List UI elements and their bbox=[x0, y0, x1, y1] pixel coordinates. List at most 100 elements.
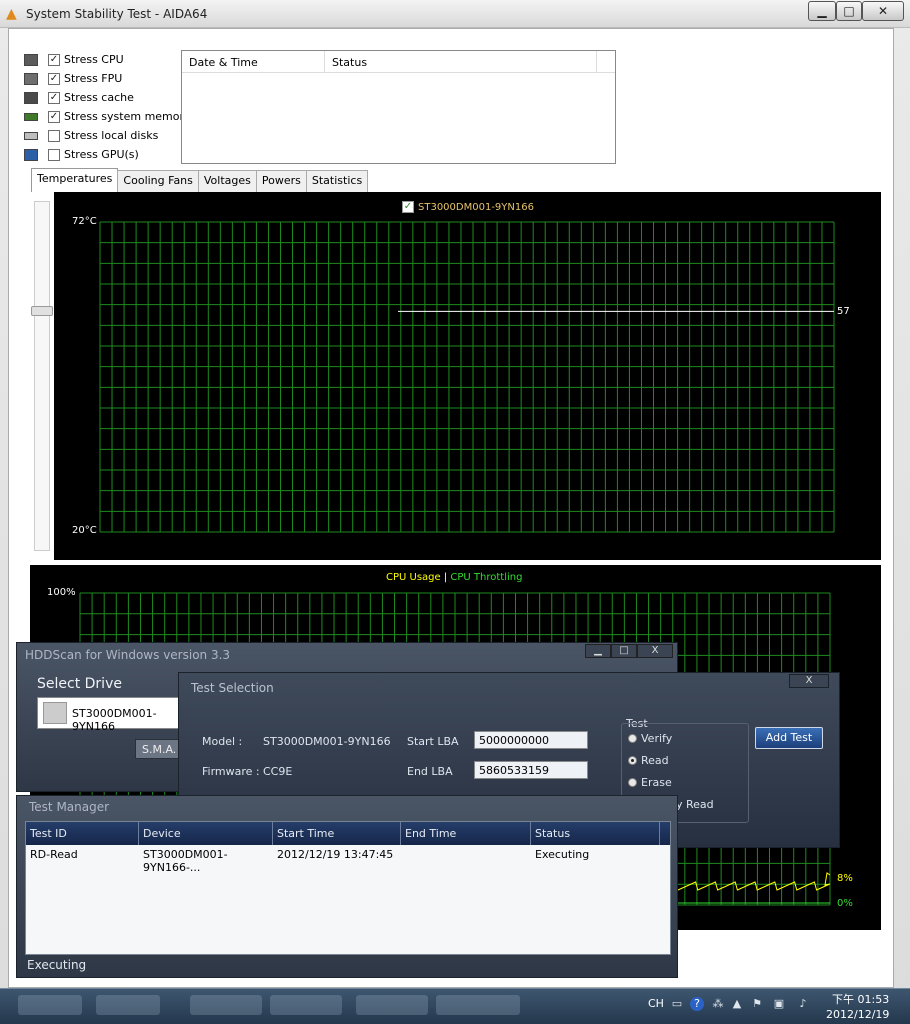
row-device: ST3000DM001-9YN166-... bbox=[143, 848, 228, 874]
status-table-header: Date & Time Status bbox=[182, 51, 615, 73]
col-start-time[interactable]: Start Time bbox=[273, 822, 401, 845]
stress-options: ✓ Stress CPU ✓ Stress FPU ✓ Stress cache… bbox=[24, 50, 191, 164]
hddscan-title: HDDScan for Windows version 3.3 bbox=[25, 648, 231, 662]
read-radio[interactable]: Read bbox=[628, 754, 669, 767]
temperature-chart: ✓ ST3000DM001-9YN166 72°C 20°C 57 bbox=[54, 192, 881, 560]
slider-thumb[interactable] bbox=[31, 306, 53, 316]
erase-radio[interactable]: Erase bbox=[628, 776, 672, 789]
stress-cpu-checkbox[interactable]: ✓ bbox=[48, 53, 60, 66]
row-test-id: RD-Read bbox=[30, 848, 78, 861]
hdd-maximize-button[interactable]: □ bbox=[611, 644, 637, 658]
action-center-flag-icon[interactable]: ⚑ bbox=[750, 997, 764, 1011]
stress-disks-checkbox[interactable] bbox=[48, 129, 60, 142]
col-test-id[interactable]: Test ID bbox=[26, 822, 139, 845]
taskbar-button[interactable] bbox=[190, 995, 262, 1015]
stress-memory-checkbox[interactable]: ✓ bbox=[48, 110, 60, 123]
taskbar-button[interactable] bbox=[18, 995, 82, 1015]
minimize-button[interactable]: ▁ bbox=[808, 1, 836, 21]
taskbar: CH ▭ ? ⁂ ▲ ⚑ ▣ ♪ 下午 01:53 2012/12/19 bbox=[0, 988, 910, 1024]
legend-label: ST3000DM001-9YN166 bbox=[418, 201, 534, 213]
test-manager-window: Test Manager Test ID Device Start Time E… bbox=[16, 795, 678, 978]
hard-drive-icon bbox=[43, 702, 67, 724]
cpu-usage-legend[interactable]: CPU Usage bbox=[386, 572, 441, 583]
model-label: Model : bbox=[202, 735, 243, 748]
status-column[interactable]: Status bbox=[325, 51, 597, 72]
verify-radio-dot[interactable] bbox=[628, 734, 637, 743]
test-list-header: Test ID Device Start Time End Time Statu… bbox=[26, 822, 670, 845]
tab-temperatures[interactable]: Temperatures bbox=[31, 168, 119, 192]
butterfly-read-label[interactable]: y Read bbox=[676, 798, 714, 811]
zoom-slider[interactable] bbox=[31, 201, 53, 551]
temperature-grid bbox=[99, 221, 835, 533]
taskbar-button[interactable] bbox=[270, 995, 342, 1015]
ime-options-icon[interactable]: ⁂ bbox=[711, 997, 725, 1011]
smart-button[interactable]: S.M.A. bbox=[135, 739, 183, 759]
start-lba-label: Start LBA bbox=[407, 735, 459, 748]
volume-icon[interactable]: ♪ bbox=[796, 997, 810, 1011]
hdd-minimize-button[interactable]: ▁ bbox=[585, 644, 611, 658]
cpu-usage-series-line bbox=[677, 872, 831, 891]
tab-cooling-fans[interactable]: Cooling Fans bbox=[117, 170, 199, 192]
read-label: Read bbox=[641, 754, 669, 767]
stress-memory-row[interactable]: ✓ Stress system memory bbox=[24, 107, 191, 126]
test-manager-title: Test Manager bbox=[29, 800, 110, 814]
stress-cache-row[interactable]: ✓ Stress cache bbox=[24, 88, 191, 107]
sensor-tabs: Temperatures Cooling Fans Voltages Power… bbox=[31, 168, 369, 192]
temp-legend[interactable]: ✓ ST3000DM001-9YN166 bbox=[402, 201, 534, 213]
close-button[interactable]: ✕ bbox=[862, 1, 904, 21]
date-time-column[interactable]: Date & Time bbox=[182, 51, 325, 72]
test-selection-close-button[interactable]: X bbox=[789, 674, 829, 688]
maximize-button[interactable]: □ bbox=[836, 1, 862, 21]
status-bar-text: Executing bbox=[27, 958, 87, 972]
help-icon[interactable]: ? bbox=[690, 997, 704, 1011]
verify-radio[interactable]: Verify bbox=[628, 732, 672, 745]
cache-icon bbox=[24, 91, 38, 104]
tab-statistics[interactable]: Statistics bbox=[305, 170, 369, 192]
network-icon[interactable]: ▣ bbox=[772, 997, 786, 1011]
cpu-throttling-legend[interactable]: CPU Throttling bbox=[450, 572, 522, 583]
col-device[interactable]: Device bbox=[139, 822, 273, 845]
clock-time[interactable]: 下午 01:53 bbox=[832, 991, 889, 1007]
fpu-icon bbox=[24, 72, 38, 85]
stress-gpu-row[interactable]: Stress GPU(s) bbox=[24, 145, 191, 164]
add-test-button[interactable]: Add Test bbox=[755, 727, 823, 749]
stress-fpu-row[interactable]: ✓ Stress FPU bbox=[24, 69, 191, 88]
stress-cpu-row[interactable]: ✓ Stress CPU bbox=[24, 50, 191, 69]
erase-label: Erase bbox=[641, 776, 672, 789]
taskbar-button[interactable] bbox=[356, 995, 428, 1015]
legend-checkbox[interactable]: ✓ bbox=[402, 201, 414, 213]
verify-label: Verify bbox=[641, 732, 673, 745]
temp-ymax: 72°C bbox=[72, 216, 97, 227]
show-hidden-icons-icon[interactable]: ▲ bbox=[730, 997, 744, 1011]
stress-memory-label: Stress system memory bbox=[64, 110, 191, 123]
cpu-usage-value: 8% bbox=[837, 873, 853, 884]
keyboard-icon[interactable]: ▭ bbox=[670, 997, 684, 1011]
row-start-time: 2012/12/19 13:47:45 bbox=[277, 848, 394, 861]
taskbar-button[interactable] bbox=[436, 995, 520, 1015]
cpu-icon bbox=[24, 53, 38, 66]
col-status[interactable]: Status bbox=[531, 822, 660, 845]
start-lba-input[interactable]: 5000000000 bbox=[474, 731, 588, 749]
stress-cache-checkbox[interactable]: ✓ bbox=[48, 91, 60, 104]
language-indicator[interactable]: CH bbox=[648, 997, 664, 1010]
drive-selector[interactable]: ST3000DM001-9YN166 bbox=[37, 697, 182, 733]
erase-radio-dot[interactable] bbox=[628, 778, 637, 787]
end-lba-input[interactable]: 5860533159 bbox=[474, 761, 588, 779]
stress-gpu-label: Stress GPU(s) bbox=[64, 148, 139, 161]
read-radio-dot[interactable] bbox=[628, 756, 637, 765]
stress-cache-label: Stress cache bbox=[64, 91, 134, 104]
stress-fpu-checkbox[interactable]: ✓ bbox=[48, 72, 60, 85]
stress-disks-row[interactable]: Stress local disks bbox=[24, 126, 191, 145]
stress-gpu-checkbox[interactable] bbox=[48, 148, 60, 161]
taskbar-button[interactable] bbox=[96, 995, 160, 1015]
cpu-legend: CPU Usage | CPU Throttling bbox=[386, 572, 522, 583]
hdd-close-button[interactable]: X bbox=[637, 644, 673, 658]
tab-powers[interactable]: Powers bbox=[255, 170, 307, 192]
stress-disks-label: Stress local disks bbox=[64, 129, 159, 142]
tab-voltages[interactable]: Voltages bbox=[197, 170, 257, 192]
legend-separator: | bbox=[443, 572, 448, 583]
table-row[interactable]: RD-Read ST3000DM001-9YN166-... 2012/12/1… bbox=[26, 845, 670, 874]
col-end-time[interactable]: End Time bbox=[401, 822, 531, 845]
clock-date[interactable]: 2012/12/19 bbox=[826, 1008, 889, 1021]
title-bar: ▲ System Stability Test - AIDA64 ▁ □ ✕ bbox=[0, 0, 910, 28]
